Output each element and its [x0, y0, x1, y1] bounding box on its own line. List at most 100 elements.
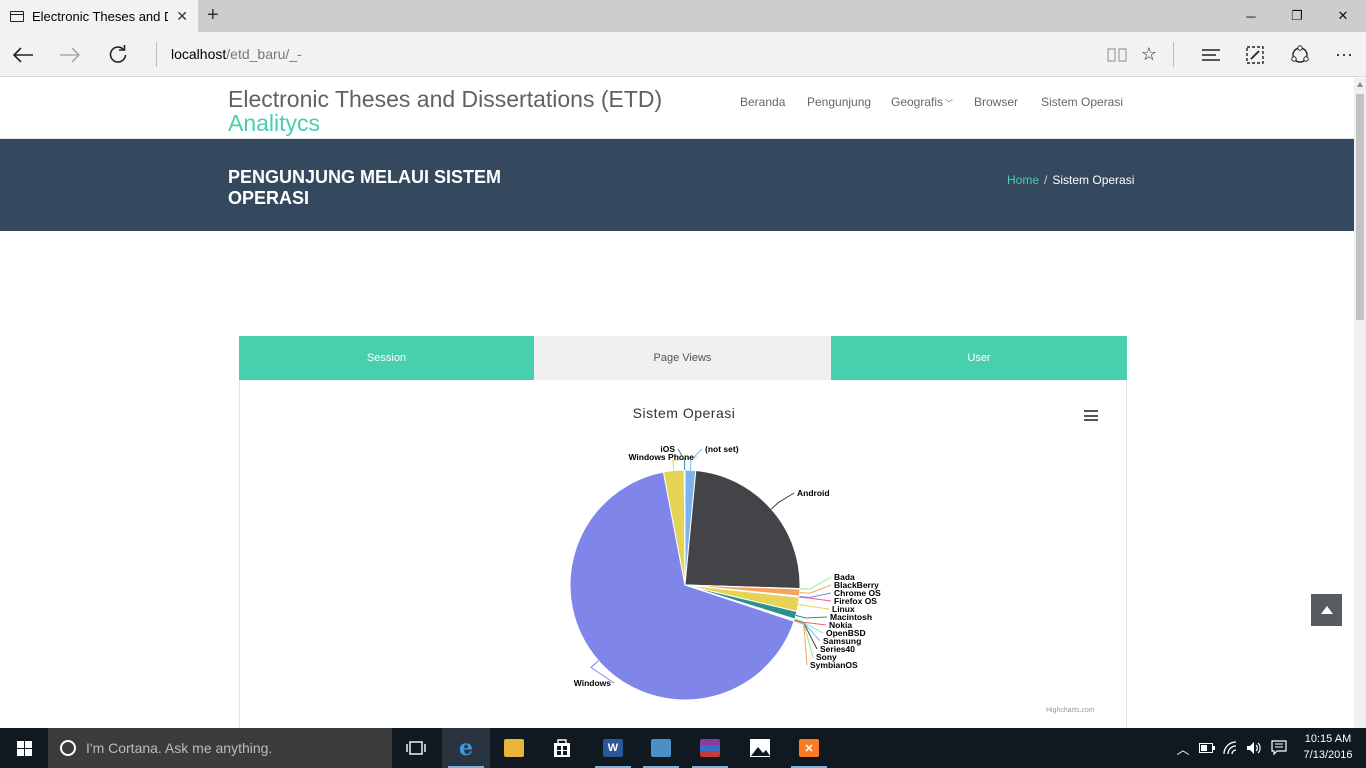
- scroll-thumb[interactable]: [1356, 94, 1364, 320]
- refresh-icon: [109, 44, 127, 63]
- taskbar-photos[interactable]: [736, 728, 784, 768]
- page-title: PENGUNJUNG MELAUI SISTEM OPERASI: [228, 167, 502, 208]
- chart-title: Sistem Operasi: [633, 405, 736, 421]
- back-to-top-button[interactable]: [1311, 594, 1342, 626]
- url-path: /etd_baru/_-: [226, 46, 302, 62]
- breadcrumb-home[interactable]: Home: [1007, 173, 1039, 187]
- pie-connector: [770, 492, 795, 510]
- tab-title: Electronic Theses and Di: [32, 8, 168, 24]
- address-field[interactable]: localhost/etd_baru/_-: [156, 42, 302, 67]
- close-window-button[interactable]: ✕: [1320, 0, 1366, 32]
- edge-icon: e: [459, 735, 473, 761]
- tray-chevron-up-icon[interactable]: ︿: [1174, 728, 1192, 768]
- taskbar-word[interactable]: W: [589, 728, 637, 768]
- chart-credits[interactable]: Highcharts.com: [1046, 707, 1095, 714]
- site-header: Electronic Theses and Dissertations (ETD…: [0, 78, 1354, 139]
- pie-slice[interactable]: [684, 469, 801, 590]
- xampp-icon: ✕: [799, 739, 819, 757]
- forward-arrow-icon: [60, 46, 81, 63]
- web-note-button[interactable]: [1235, 32, 1275, 77]
- nav-pengunjung[interactable]: Pengunjung: [807, 95, 871, 109]
- address-toolbar: localhost/etd_baru/_- ☆ ···: [0, 32, 1366, 77]
- taskbar-xampp[interactable]: ✕: [785, 728, 833, 768]
- nav-beranda[interactable]: Beranda: [740, 95, 785, 109]
- scroll-up-arrow-icon[interactable]: [1357, 82, 1363, 87]
- new-tab-button[interactable]: +: [207, 4, 219, 27]
- system-clock[interactable]: 10:15 AM 7/13/2016: [1296, 731, 1360, 763]
- forward-button[interactable]: [47, 32, 93, 77]
- pie-connector: [799, 596, 832, 602]
- nav-sistem-operasi[interactable]: Sistem Operasi: [1041, 95, 1123, 109]
- folder-icon: [504, 739, 524, 757]
- url-host: localhost: [171, 46, 227, 62]
- battery-icon[interactable]: [1197, 728, 1217, 768]
- cortana-search-box[interactable]: I'm Cortana. Ask me anything.: [48, 728, 392, 768]
- pie-data-label: Android: [797, 488, 830, 498]
- pen-note-icon: [1246, 45, 1264, 64]
- photos-icon: [750, 739, 770, 757]
- site-title[interactable]: Electronic Theses and Dissertations (ETD…: [228, 86, 662, 113]
- page-banner: PENGUNJUNG MELAUI SISTEM OPERASI Home / Si…: [0, 139, 1354, 231]
- taskbar-winrar[interactable]: [686, 728, 734, 768]
- book-icon: [1107, 47, 1127, 62]
- chevron-down-icon: ﹀: [945, 99, 954, 108]
- page-icon: [10, 10, 24, 22]
- pie-chart-container: Sistem Operasi (not set) Android Bada Black…: [239, 380, 1127, 728]
- metric-tabs: Session Page Views User: [239, 336, 1127, 380]
- tab-session[interactable]: Session: [239, 336, 534, 380]
- clock-time: 10:15 AM: [1304, 733, 1352, 745]
- hub-icon: [1202, 48, 1220, 61]
- cortana-icon: [60, 740, 76, 756]
- action-center-icon[interactable]: [1269, 728, 1289, 768]
- browser-tab[interactable]: Electronic Theses and Di ✕: [0, 0, 198, 32]
- pie-data-label: SymbianOS: [810, 660, 858, 670]
- site-subtitle[interactable]: Analitycs: [228, 110, 320, 137]
- breadcrumb: Home / Sistem Operasi: [1007, 173, 1134, 187]
- pie-connector: [798, 603, 830, 610]
- wifi-icon[interactable]: [1221, 728, 1241, 768]
- star-icon: ☆: [1140, 44, 1158, 64]
- pie-data-label: Windows: [574, 678, 611, 688]
- start-button[interactable]: [0, 728, 48, 768]
- favorite-button[interactable]: ☆: [1129, 32, 1169, 77]
- close-tab-icon[interactable]: ✕: [176, 8, 188, 25]
- pie-data-label: iOS: [660, 444, 675, 454]
- arrow-up-icon: [1320, 606, 1333, 614]
- winrar-icon: [700, 739, 720, 757]
- hub-button[interactable]: [1191, 32, 1231, 77]
- breadcrumb-separator: /: [1044, 173, 1048, 187]
- taskbar-store[interactable]: [538, 728, 586, 768]
- pie-connector: [795, 614, 828, 619]
- nav-geografis[interactable]: Geografis ﹀: [891, 95, 953, 109]
- restore-button[interactable]: ❐: [1274, 0, 1320, 32]
- volume-icon[interactable]: [1244, 728, 1264, 768]
- pie-connector: [799, 592, 832, 599]
- taskbar-app-window[interactable]: [637, 728, 685, 768]
- more-dots-icon: ···: [1335, 44, 1353, 64]
- windows-logo-icon: [16, 740, 32, 756]
- toolbar-divider: [1173, 42, 1174, 67]
- more-button[interactable]: ···: [1324, 32, 1364, 77]
- back-arrow-icon: [12, 46, 33, 63]
- page-scrollbar[interactable]: [1354, 78, 1366, 728]
- chart-menu-icon[interactable]: [1084, 410, 1098, 421]
- minimize-button[interactable]: ─: [1228, 0, 1274, 32]
- nav-geografis-label: Geografis: [891, 95, 944, 109]
- cortana-placeholder: I'm Cortana. Ask me anything.: [86, 740, 273, 756]
- taskbar-file-explorer[interactable]: [490, 728, 538, 768]
- share-button[interactable]: [1280, 32, 1320, 77]
- tab-page-views[interactable]: Page Views: [534, 336, 831, 380]
- window-app-icon: [651, 739, 671, 757]
- taskbar-edge[interactable]: e: [442, 728, 490, 768]
- back-button[interactable]: [0, 32, 46, 77]
- tab-user[interactable]: User: [831, 336, 1127, 380]
- nav-browser[interactable]: Browser: [974, 95, 1018, 109]
- page-viewport: Electronic Theses and Dissertations (ETD…: [0, 78, 1354, 728]
- clock-date: 7/13/2016: [1303, 749, 1353, 761]
- task-view-button[interactable]: [392, 728, 440, 768]
- store-icon: [554, 739, 570, 757]
- word-icon: W: [603, 739, 623, 757]
- browser-tab-strip: Electronic Theses and Di ✕ + ─ ❐ ✕: [0, 0, 1366, 32]
- breadcrumb-current: Sistem Operasi: [1052, 173, 1135, 187]
- refresh-button[interactable]: [95, 32, 141, 77]
